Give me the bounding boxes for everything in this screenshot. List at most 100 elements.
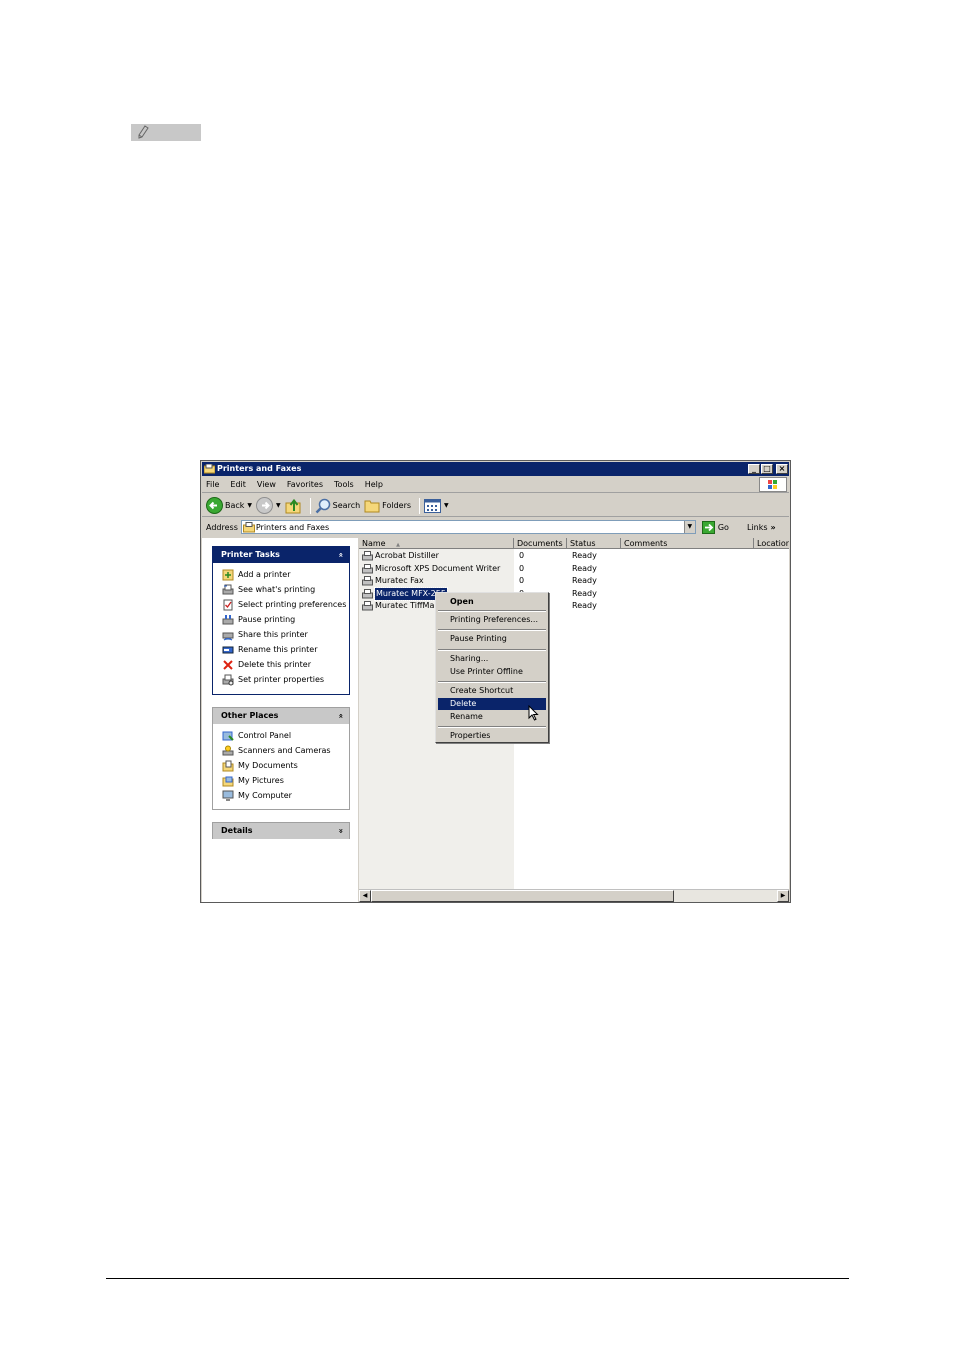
collapse-chevron-icon[interactable]: «	[332, 552, 348, 557]
links-button[interactable]: Links»	[747, 523, 776, 532]
rename-icon	[222, 646, 234, 653]
my-pictures-icon	[222, 776, 234, 786]
place-scanners-cameras[interactable]: Scanners and Cameras	[222, 743, 349, 758]
column-header-status[interactable]: Status	[567, 538, 621, 549]
forward-dropdown-icon[interactable]: ▼	[276, 502, 281, 509]
address-input[interactable]: Printers and Faxes ▼	[240, 520, 696, 534]
task-add-printer[interactable]: Add a printer	[222, 567, 349, 582]
search-button[interactable]: Search	[315, 498, 360, 514]
my-computer-icon	[222, 790, 234, 801]
menu-item-open[interactable]: Open	[438, 596, 546, 608]
printer-status: Ready	[572, 563, 597, 573]
title-bar[interactable]: Printers and Faxes _ □ ×	[202, 462, 789, 476]
menu-separator	[438, 649, 546, 651]
scroll-right-arrow-icon[interactable]: ▶	[777, 890, 789, 902]
pause-printer-icon	[222, 614, 234, 624]
table-row[interactable]: Microsoft XPS Document Writer 0 Ready	[359, 563, 789, 576]
other-places-header[interactable]: Other Places «	[213, 708, 349, 724]
minimize-button[interactable]: _	[748, 464, 760, 474]
task-share-printer[interactable]: Share this printer	[222, 627, 349, 642]
collapse-chevron-icon[interactable]: «	[332, 713, 348, 718]
menu-view[interactable]: View	[257, 480, 276, 489]
task-delete-printer[interactable]: Delete this printer	[222, 657, 349, 672]
menu-separator	[438, 610, 546, 612]
menu-separator	[438, 629, 546, 631]
task-label: Select printing preferences	[238, 600, 347, 609]
task-label: Pause printing	[238, 615, 296, 624]
task-select-printing-preferences[interactable]: Select printing preferences	[222, 597, 349, 612]
place-control-panel[interactable]: Control Panel	[222, 728, 349, 743]
task-pane: Printer Tasks « Add a printer See what's…	[202, 538, 358, 902]
table-row[interactable]: Acrobat Distiller 0 Ready	[359, 550, 789, 563]
menu-item-sharing[interactable]: Sharing...	[438, 653, 546, 665]
folders-button[interactable]: Folders	[364, 498, 411, 513]
column-name-label: Name	[362, 539, 386, 548]
up-folder-icon	[285, 498, 301, 513]
horizontal-scrollbar[interactable]: ◀ ▶	[359, 889, 789, 902]
menu-favorites[interactable]: Favorites	[287, 480, 323, 489]
place-my-pictures[interactable]: My Pictures	[222, 773, 349, 788]
menu-file[interactable]: File	[206, 480, 219, 489]
views-button[interactable]: ▼	[424, 498, 449, 513]
printer-icon	[362, 601, 373, 611]
column-header-comments[interactable]: Comments	[621, 538, 754, 549]
address-dropdown-icon[interactable]: ▼	[683, 521, 695, 533]
printer-tasks-header[interactable]: Printer Tasks «	[213, 547, 349, 563]
column-header-name[interactable]: Name ▲	[359, 538, 514, 549]
menu-item-properties[interactable]: Properties	[438, 730, 546, 742]
printer-name: Acrobat Distiller	[375, 551, 439, 560]
go-button[interactable]: Go	[701, 520, 729, 534]
task-pause-printing[interactable]: Pause printing	[222, 612, 349, 627]
menu-tools[interactable]: Tools	[334, 480, 354, 489]
task-see-whats-printing[interactable]: See what's printing	[222, 582, 349, 597]
folders-label: Folders	[382, 501, 412, 510]
details-header[interactable]: Details »	[213, 823, 349, 839]
table-row[interactable]: Muratec TiffMake 0 Ready	[359, 600, 789, 613]
add-printer-icon	[222, 569, 234, 580]
go-arrow-icon	[701, 520, 715, 534]
details-panel: Details »	[212, 822, 350, 839]
printer-properties-icon	[222, 674, 234, 685]
delete-x-icon	[223, 659, 233, 670]
views-dropdown-icon[interactable]: ▼	[444, 502, 449, 509]
go-label: Go	[717, 522, 729, 532]
place-label: My Documents	[238, 761, 298, 770]
sort-ascending-icon: ▲	[396, 542, 401, 548]
column-header-documents[interactable]: Documents	[514, 538, 567, 549]
column-header-location[interactable]: Location	[754, 538, 789, 549]
back-button[interactable]: Back ▼	[206, 497, 252, 514]
up-folder-button[interactable]	[285, 498, 302, 514]
menu-item-pause-printing[interactable]: Pause Printing	[438, 633, 546, 645]
task-rename-printer[interactable]: Rename this printer	[222, 642, 349, 657]
printer-status: Ready	[572, 551, 597, 560]
menu-item-use-printer-offline[interactable]: Use Printer Offline	[438, 666, 546, 678]
printer-tasks-panel: Printer Tasks « Add a printer See what's…	[212, 546, 350, 695]
expand-chevron-icon[interactable]: »	[332, 828, 348, 833]
table-row-selected[interactable]: Muratec MFX-255 0 Ready	[359, 586, 789, 601]
maximize-button[interactable]: □	[761, 464, 773, 474]
menu-item-printing-preferences[interactable]: Printing Preferences...	[438, 614, 546, 626]
menu-item-create-shortcut[interactable]: Create Shortcut	[438, 685, 546, 697]
menu-edit[interactable]: Edit	[230, 480, 246, 489]
scanner-icon	[222, 745, 234, 755]
task-set-printer-properties[interactable]: Set printer properties	[222, 672, 349, 687]
scroll-left-arrow-icon[interactable]: ◀	[359, 890, 371, 902]
place-label: My Computer	[238, 791, 292, 800]
scroll-thumb[interactable]	[371, 890, 674, 902]
menu-help[interactable]: Help	[365, 480, 383, 489]
back-arrow-icon	[206, 497, 223, 514]
back-dropdown-icon[interactable]: ▼	[247, 502, 252, 509]
printer-name: Muratec Fax	[375, 576, 424, 585]
printer-list: Name ▲ Documents Status Comments Locatio…	[359, 538, 789, 902]
place-my-documents[interactable]: My Documents	[222, 758, 349, 773]
window-title: Printers and Faxes	[217, 464, 302, 473]
other-places-title: Other Places	[221, 711, 279, 720]
forward-button[interactable]: ▼	[256, 497, 281, 514]
close-button[interactable]: ×	[776, 464, 788, 474]
footer-rule	[106, 1278, 849, 1279]
place-my-computer[interactable]: My Computer	[222, 788, 349, 803]
preferences-icon	[223, 599, 233, 610]
table-row[interactable]: Muratec Fax 0 Ready	[359, 575, 789, 588]
search-icon	[315, 498, 330, 513]
task-label: Add a printer	[238, 570, 291, 579]
